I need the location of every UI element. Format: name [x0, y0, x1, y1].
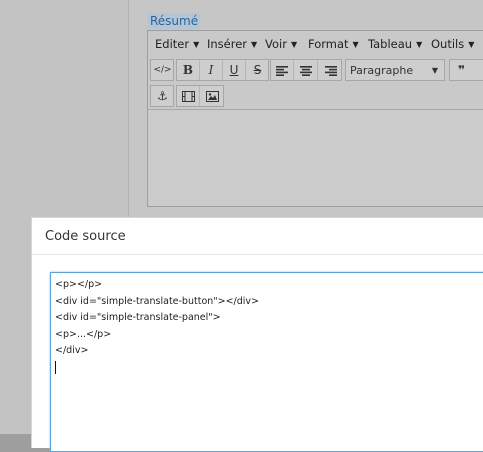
editor-menubar: Editer ▼ Insérer ▼ Voir ▼ Format ▼ Tableau ▼ … — [148, 31, 483, 57]
media-group — [176, 85, 224, 107]
menu-insert[interactable]: Insérer ▼ — [207, 31, 257, 57]
align-left-button[interactable] — [271, 60, 294, 80]
caret-down-icon: ▼ — [251, 40, 258, 49]
anchor-button[interactable]: ⚓ — [151, 86, 174, 106]
anchor-group: ⚓ — [150, 85, 174, 107]
underline-button[interactable]: U — [223, 60, 246, 80]
image-icon — [206, 91, 219, 102]
code-line: <p></p> — [55, 279, 103, 290]
image-button[interactable] — [201, 86, 224, 106]
menu-insert-label: Insérer — [207, 37, 248, 51]
align-left-icon — [276, 65, 288, 76]
caret-down-icon: ▼ — [468, 40, 475, 49]
film-icon — [181, 91, 195, 102]
source-group: </> — [150, 59, 174, 81]
menu-tools-label: Outils — [431, 37, 465, 51]
menu-view-label: Voir — [265, 37, 287, 51]
format-select[interactable]: Paragraphe ▼ — [345, 59, 445, 81]
rich-text-editor: Editer ▼ Insérer ▼ Voir ▼ Format ▼ Tableau ▼ … — [147, 30, 483, 207]
align-right-icon — [324, 65, 337, 76]
menu-format[interactable]: Format ▼ — [308, 31, 359, 57]
caret-down-icon: ▼ — [416, 40, 423, 49]
menu-table-label: Tableau — [368, 37, 413, 51]
caret-down-icon: ▼ — [352, 40, 359, 49]
caret-down-icon: ▼ — [431, 66, 438, 75]
menu-format-label: Format — [308, 37, 349, 51]
code-line: </div> — [55, 345, 89, 356]
source-code-dialog: Code source <p></p> <div id="simple-tran… — [31, 217, 483, 452]
dialog-divider — [32, 254, 483, 255]
code-line: <div id="simple-translate-button"></div> — [55, 295, 260, 307]
format-select-value: Paragraphe — [350, 64, 414, 77]
blockquote-button[interactable]: ❞ — [450, 60, 473, 80]
code-line: <div id="simple-translate-panel"> — [55, 312, 221, 323]
menu-table[interactable]: Tableau ▼ — [368, 31, 422, 57]
editor-toolbar-row-2: ⚓ — [148, 83, 483, 109]
menu-edit[interactable]: Editer ▼ — [155, 31, 199, 57]
text-style-group: B I U S — [176, 59, 269, 81]
italic-button[interactable]: I — [200, 60, 223, 80]
editor-content-area[interactable] — [148, 109, 483, 206]
alignment-group — [270, 59, 342, 81]
menu-tools[interactable]: Outils ▼ — [431, 31, 474, 57]
quote-group: ❞ — [449, 59, 483, 81]
bold-button[interactable]: B — [177, 60, 200, 80]
summary-label: Résumé — [148, 13, 201, 29]
caret-down-icon: ▼ — [193, 40, 200, 49]
dialog-title: Code source — [45, 229, 126, 244]
text-cursor — [55, 360, 56, 374]
caret-down-icon: ▼ — [290, 40, 298, 49]
code-line: <p>...</p> — [55, 328, 112, 340]
align-right-button[interactable] — [319, 60, 342, 80]
menu-edit-label: Editer — [155, 37, 190, 51]
align-center-button[interactable] — [295, 60, 318, 80]
media-button[interactable] — [177, 86, 200, 106]
editor-toolbar-row-1: </> B I U S Paragraphe ▼ ❞ — [148, 57, 483, 83]
source-code-textarea[interactable]: <p></p> <div id="simple-translate-button… — [50, 272, 483, 452]
text-cursor-line — [55, 360, 483, 377]
source-code-button[interactable]: </> — [151, 60, 174, 80]
align-center-icon — [300, 65, 312, 76]
menu-view[interactable]: Voir ▼ — [265, 31, 297, 57]
strikethrough-button[interactable]: S — [246, 60, 269, 80]
